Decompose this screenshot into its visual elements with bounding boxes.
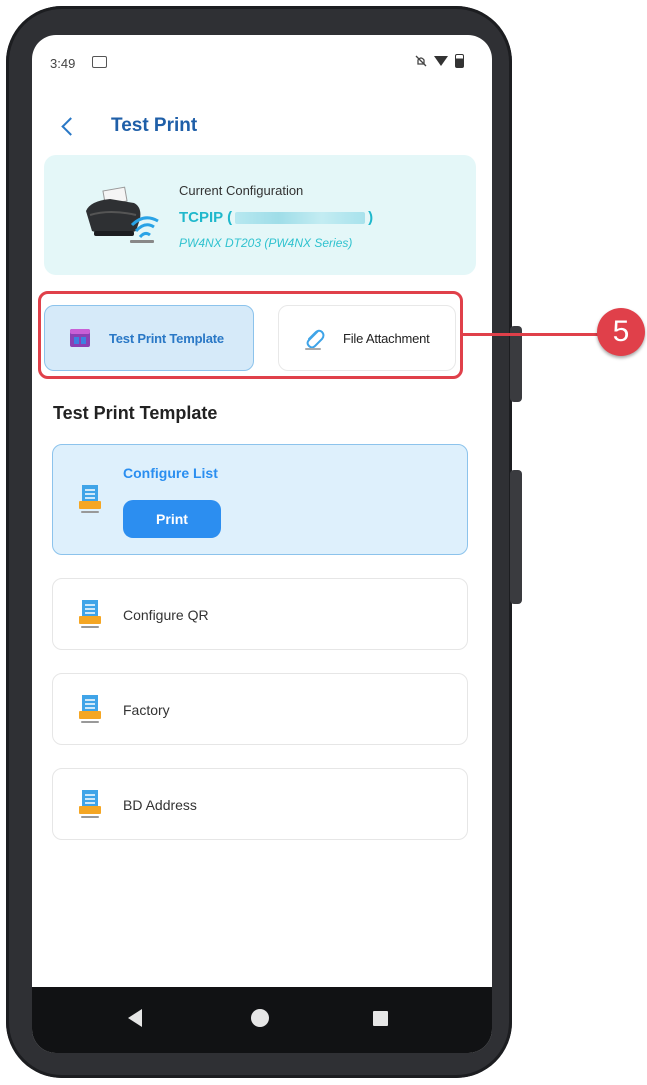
template-item-configure-list[interactable]: Configure List Print [52,444,468,555]
connection-info: TCPIP () [179,209,373,226]
printer-document-icon [79,790,101,818]
template-label: Configure List [123,465,218,481]
template-label: Configure QR [123,607,209,623]
configuration-label: Current Configuration [179,183,304,198]
printer-document-icon [79,485,101,513]
redacted-address [235,212,366,225]
callout-line [463,333,599,336]
template-item-bd-address[interactable]: BD Address [52,768,468,840]
template-label: Factory [123,702,170,718]
template-item-factory[interactable]: Factory [52,673,468,745]
current-configuration-card: Current Configuration TCPIP () PW4NX DT2… [44,155,476,275]
sim-icon [92,56,107,68]
page-title: Test Print [111,115,198,136]
power-button [510,470,522,604]
status-icons [415,54,464,68]
status-time: 3:49 [50,56,76,71]
nav-back-icon[interactable] [128,1009,142,1027]
nav-recents-icon[interactable] [373,1011,388,1026]
bell-off-icon [415,55,427,67]
section-title: Test Print Template [53,403,218,423]
printer-document-icon [79,600,101,628]
back-arrow-icon[interactable] [61,116,80,136]
template-label: BD Address [123,797,197,813]
template-item-configure-qr[interactable]: Configure QR [52,578,468,650]
volume-button [510,326,522,402]
callout-highlight-box [38,291,463,379]
nav-home-icon[interactable] [251,1009,269,1027]
callout-number-badge: 5 [597,308,645,356]
wifi-icon [434,56,448,66]
status-bar: 3:49 [50,54,474,74]
printer-wifi-icon [86,186,159,243]
printer-document-icon [79,695,101,723]
connection-suffix: ) [368,209,374,226]
system-navigation-bar [32,987,492,1053]
printer-model: PW4NX DT203 (PW4NX Series) [179,236,353,250]
battery-icon [455,54,464,68]
app-header: Test Print [58,111,197,141]
connection-prefix: TCPIP ( [179,209,233,226]
app-screen: 3:49 Test Print Current Configuration TC… [32,35,492,1053]
print-button[interactable]: Print [123,500,221,538]
